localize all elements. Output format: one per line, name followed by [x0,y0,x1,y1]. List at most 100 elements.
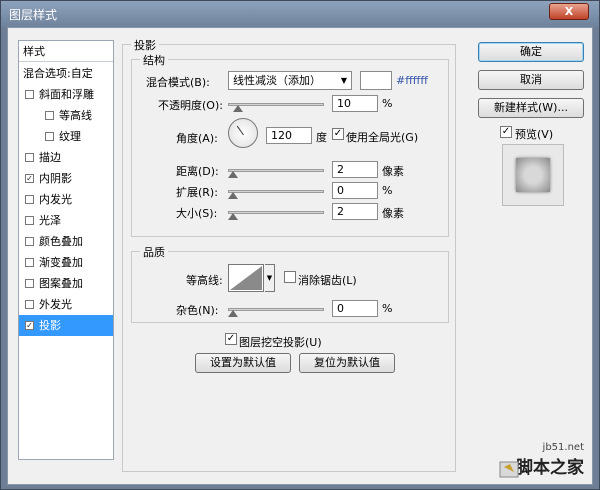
structure-title: 结构 [140,52,168,68]
sidebar-item-checkbox[interactable] [25,90,34,99]
distance-unit: 像素 [382,165,404,178]
watermark: jb51.net 脚本之家 [516,442,584,478]
sidebar-item[interactable]: 渐变叠加 [19,252,113,273]
sidebar-item[interactable]: 混合选项:自定 [19,63,113,84]
sidebar-item[interactable]: 描边 [19,147,113,168]
sidebar-item-checkbox[interactable] [25,300,34,309]
sidebar-item-checkbox[interactable] [25,216,34,225]
sidebar-item[interactable]: ✓ 内阴影 [19,168,113,189]
angle-dial[interactable] [228,118,258,148]
noise-input[interactable]: 0 [332,300,378,317]
blend-mode-label: 混合模式(B): [146,76,210,89]
sidebar-item-checkbox[interactable] [25,153,34,162]
distance-slider[interactable] [228,169,324,172]
size-slider-thumb[interactable] [228,213,238,220]
angle-label: 角度(A): [176,132,218,145]
sidebar-item-checkbox[interactable]: ✓ [25,321,34,330]
size-label: 大小(S): [176,207,218,220]
knockout-label: 图层挖空投影(U) [239,336,322,349]
layer-style-dialog: 图层样式 X 样式 混合选项:自定 斜面和浮雕 等高线 纹理 描边 ✓ 内阴影 内发光 光泽 颜色… [0,0,600,490]
sidebar-item-checkbox[interactable]: ✓ [25,174,34,183]
contour-picker[interactable] [228,264,264,292]
title-bar[interactable]: 图层样式 X [1,1,599,27]
checkmark-icon: ✓ [333,128,343,139]
opacity-unit: % [382,97,393,110]
sidebar-item-checkbox[interactable] [25,279,34,288]
opacity-slider-thumb[interactable] [232,105,243,112]
noise-label: 杂色(N): [176,304,219,317]
preview-label: 预览(V) [515,128,554,141]
cancel-button[interactable]: 取消 [478,70,584,90]
distance-slider-thumb[interactable] [228,171,238,178]
anti-alias-label: 消除锯齿(L) [298,274,357,287]
sidebar-item-label: 渐变叠加 [39,256,83,269]
noise-slider-thumb[interactable] [228,310,238,317]
reset-default-button[interactable]: 复位为默认值 [299,353,395,373]
sidebar-item-label: 投影 [39,319,61,332]
sidebar-item[interactable]: 斜面和浮雕 [19,84,113,105]
angle-dial-hand [236,125,244,136]
sidebar-item-label: 纹理 [59,130,81,143]
sidebar-item[interactable]: 外发光 [19,294,113,315]
quality-title: 品质 [140,244,168,260]
shadow-color-swatch[interactable] [360,71,392,90]
style-preview [502,144,564,206]
sidebar-item[interactable]: 内发光 [19,189,113,210]
structure-group: 结构 混合模式(B): 线性减淡（添加） ▼ #ffffff 不透明度(O): … [131,52,449,237]
sidebar-item[interactable]: 颜色叠加 [19,231,113,252]
sidebar-item-checkbox[interactable] [45,111,54,120]
set-default-button[interactable]: 设置为默认值 [195,353,291,373]
noise-slider[interactable] [228,308,324,311]
sidebar-item[interactable]: 光泽 [19,210,113,231]
sidebar-item-checkbox[interactable] [25,195,34,204]
size-input[interactable]: 2 [332,203,378,220]
close-button[interactable]: X [549,3,589,20]
drop-shadow-group: 投影 结构 混合模式(B): 线性减淡（添加） ▼ #ffffff 不透明度(O… [122,37,456,472]
checkmark-icon: ✓ [501,126,511,137]
dialog-body: 样式 混合选项:自定 斜面和浮雕 等高线 纹理 描边 ✓ 内阴影 内发光 光泽 颜色叠加 渐变叠加图… [7,27,593,485]
sidebar-item-label: 等高线 [59,109,92,122]
knockout-checkbox[interactable]: ✓ [225,333,237,345]
sidebar-item[interactable]: ✓ 投影 [19,315,113,336]
contour-linear-icon [230,266,262,290]
sidebar-item[interactable]: 等高线 [19,105,113,126]
sidebar-item-label: 光泽 [39,214,61,227]
spread-input[interactable]: 0 [332,182,378,199]
contour-dropdown-button[interactable]: ▼ [265,264,275,292]
new-style-button[interactable]: 新建样式(W)... [478,98,584,118]
styles-list: 样式 混合选项:自定 斜面和浮雕 等高线 纹理 描边 ✓ 内阴影 内发光 光泽 颜色叠加 渐变叠加图… [18,40,114,460]
drop-shadow-title: 投影 [131,37,159,53]
sidebar-item-label: 图案叠加 [39,277,83,290]
ok-button[interactable]: 确定 [478,42,584,62]
watermark-site: 脚本之家 [516,458,584,478]
global-light-checkbox[interactable]: ✓ [332,128,344,140]
sidebar-item-checkbox[interactable] [45,132,54,141]
window-title: 图层样式 [9,8,58,22]
sidebar-item-label: 混合选项:自定 [23,67,93,80]
sidebar-item-label: 颜色叠加 [39,235,83,248]
preview-checkbox[interactable]: ✓ [500,126,512,138]
size-slider[interactable] [228,211,324,214]
chevron-down-icon: ▼ [340,76,347,85]
angle-input[interactable]: 120 [266,127,312,144]
sidebar-item-checkbox[interactable] [25,237,34,246]
distance-input[interactable]: 2 [332,161,378,178]
spread-slider-thumb[interactable] [228,192,238,199]
chevron-down-icon: ▼ [266,274,273,282]
contour-label: 等高线: [186,274,223,287]
blend-mode-select[interactable]: 线性减淡（添加） ▼ [228,71,352,90]
noise-unit: % [382,302,393,315]
spread-slider[interactable] [228,190,324,193]
spread-unit: % [382,184,393,197]
blend-mode-value: 线性减淡（添加） [233,74,321,87]
size-unit: 像素 [382,207,404,220]
sidebar-item[interactable]: 图案叠加 [19,273,113,294]
sidebar-item[interactable]: 纹理 [19,126,113,147]
sidebar-item-label: 内发光 [39,193,72,206]
sidebar-item-checkbox[interactable] [25,258,34,267]
spread-label: 扩展(R): [176,186,218,199]
anti-alias-checkbox[interactable] [284,271,296,283]
checkmark-icon: ✓ [226,333,236,344]
sidebar-item-label: 内阴影 [39,172,72,185]
opacity-input[interactable]: 10 [332,95,378,112]
